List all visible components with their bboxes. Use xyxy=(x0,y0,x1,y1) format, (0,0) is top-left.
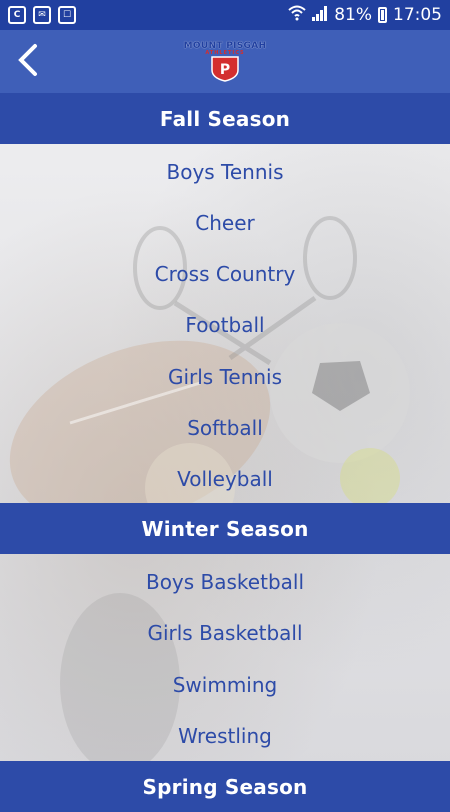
list-item-softball[interactable]: Softball xyxy=(0,402,450,453)
battery-percent: 81% xyxy=(334,5,372,25)
chevron-left-icon xyxy=(18,44,37,76)
section-header-spring: Spring Season xyxy=(0,761,450,812)
section-header-winter: Winter Season xyxy=(0,503,450,554)
logo-mark: P xyxy=(220,62,230,78)
app-bar: MOUNT PISGAH ATHLETICS P xyxy=(0,30,450,93)
list-item-boys-tennis[interactable]: Boys Tennis xyxy=(0,146,450,197)
list-item-swimming[interactable]: Swimming xyxy=(0,659,450,710)
back-button[interactable] xyxy=(8,40,48,80)
shield-icon: P xyxy=(211,56,239,82)
wifi-icon xyxy=(288,5,306,26)
notification-icons: C ✉ ☐ xyxy=(8,6,76,24)
list-item-cheer[interactable]: Cheer xyxy=(0,197,450,248)
app-notification-icon: C xyxy=(8,6,26,24)
list-item-volleyball[interactable]: Volleyball xyxy=(0,453,450,504)
clock: 17:05 xyxy=(393,5,442,25)
list-item-boys-basketball[interactable]: Boys Basketball xyxy=(0,556,450,607)
list-item-cross-country[interactable]: Cross Country xyxy=(0,248,450,299)
list-item-football[interactable]: Football xyxy=(0,299,450,350)
signal-icon xyxy=(312,5,328,26)
status-bar: C ✉ ☐ 81% 17:05 xyxy=(0,0,450,30)
phone-notification-icon: ☐ xyxy=(58,6,76,24)
app-logo: MOUNT PISGAH ATHLETICS P xyxy=(184,41,267,82)
list-item-wrestling[interactable]: Wrestling xyxy=(0,710,450,761)
battery-icon xyxy=(378,7,387,23)
sports-list: Fall Season Boys Tennis Cheer Cross Coun… xyxy=(0,93,450,812)
list-item-girls-tennis[interactable]: Girls Tennis xyxy=(0,351,450,402)
news-notification-icon: ✉ xyxy=(33,6,51,24)
section-header-fall: Fall Season xyxy=(0,93,450,144)
list-item-girls-basketball[interactable]: Girls Basketball xyxy=(0,607,450,658)
